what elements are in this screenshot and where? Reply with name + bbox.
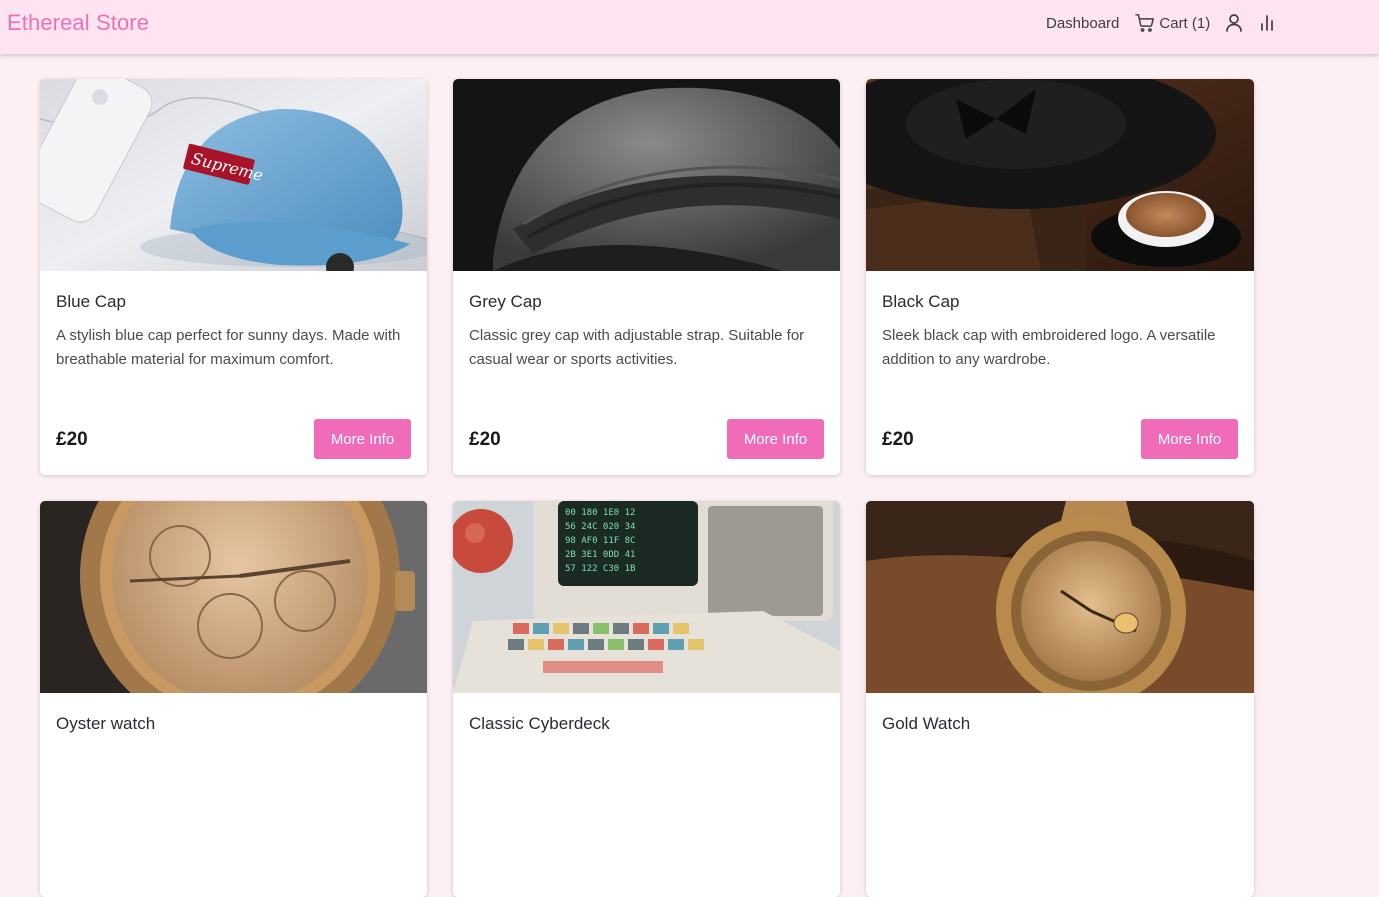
svg-text:57 122 C30 1B: 57 122 C30 1B	[565, 564, 635, 574]
oyster-watch-illustration	[40, 501, 427, 693]
product-card: Oyster watch	[40, 501, 427, 897]
svg-text:56 24C 020 34: 56 24C 020 34	[565, 522, 635, 532]
product-card: Supreme Blue Cap A stylish blue cap perf…	[40, 79, 427, 475]
product-title: Grey Cap	[469, 292, 542, 311]
product-price: £20	[469, 429, 501, 450]
user-profile-link[interactable]	[1226, 14, 1243, 32]
svg-text:00 180 1E0 12: 00 180 1E0 12	[565, 508, 635, 518]
product-image[interactable]	[453, 79, 840, 271]
gold-watch-illustration	[866, 501, 1254, 693]
more-info-button[interactable]: More Info	[727, 419, 824, 459]
bar-chart-icon	[1261, 15, 1274, 31]
grey-cap-illustration	[453, 79, 840, 271]
nav-cart-link[interactable]: Cart (1)	[1135, 14, 1210, 32]
product-description: A stylish blue cap perfect for sunny day…	[56, 327, 401, 368]
navbar: Ethereal Store Dashboard Cart (1)	[0, 0, 1379, 54]
blue-cap-illustration: Supreme	[40, 79, 427, 271]
product-title: Oyster watch	[56, 714, 156, 733]
nav-dashboard-link[interactable]: Dashboard	[1046, 15, 1119, 32]
cyberdeck-illustration: 00 180 1E0 12 56 24C 020 34 98 AF0 11F 8…	[453, 501, 840, 693]
analytics-link[interactable]	[1260, 15, 1274, 31]
svg-text:98 AF0 11F 8C: 98 AF0 11F 8C	[565, 536, 635, 546]
user-icon	[1226, 14, 1243, 32]
more-info-button[interactable]: More Info	[314, 419, 411, 459]
product-title: Blue Cap	[56, 292, 126, 311]
product-card: Black Cap Sleek black cap with embroider…	[866, 79, 1254, 475]
product-price: £20	[56, 429, 88, 450]
product-title: Black Cap	[882, 292, 960, 311]
more-info-button[interactable]: More Info	[1141, 419, 1238, 459]
cart-icon	[1135, 14, 1155, 32]
product-description: Sleek black cap with embroidered logo. A…	[882, 327, 1216, 368]
brand-logo[interactable]: Ethereal Store	[7, 10, 149, 36]
product-grid: Supreme Blue Cap A stylish blue cap perf…	[40, 79, 1254, 897]
nav-links: Dashboard Cart (1)	[1046, 12, 1274, 34]
product-description: Classic grey cap with adjustable strap. …	[469, 327, 805, 368]
product-image[interactable]: 00 180 1E0 12 56 24C 020 34 98 AF0 11F 8…	[453, 501, 840, 693]
product-image[interactable]	[866, 79, 1254, 271]
product-image[interactable]: Supreme	[40, 79, 427, 271]
product-card: Grey Cap Classic grey cap with adjustabl…	[453, 79, 840, 475]
black-hat-illustration	[866, 79, 1254, 271]
product-image[interactable]	[866, 501, 1254, 693]
product-card: Gold Watch	[866, 501, 1254, 897]
product-card: 00 180 1E0 12 56 24C 020 34 98 AF0 11F 8…	[453, 501, 840, 897]
product-image[interactable]	[40, 501, 427, 693]
product-title: Classic Cyberdeck	[469, 714, 610, 733]
cart-label: Cart (1)	[1159, 14, 1211, 32]
product-title: Gold Watch	[882, 714, 971, 733]
product-price: £20	[882, 429, 914, 450]
svg-text:2B 3E1 0DD 41: 2B 3E1 0DD 41	[565, 550, 635, 560]
